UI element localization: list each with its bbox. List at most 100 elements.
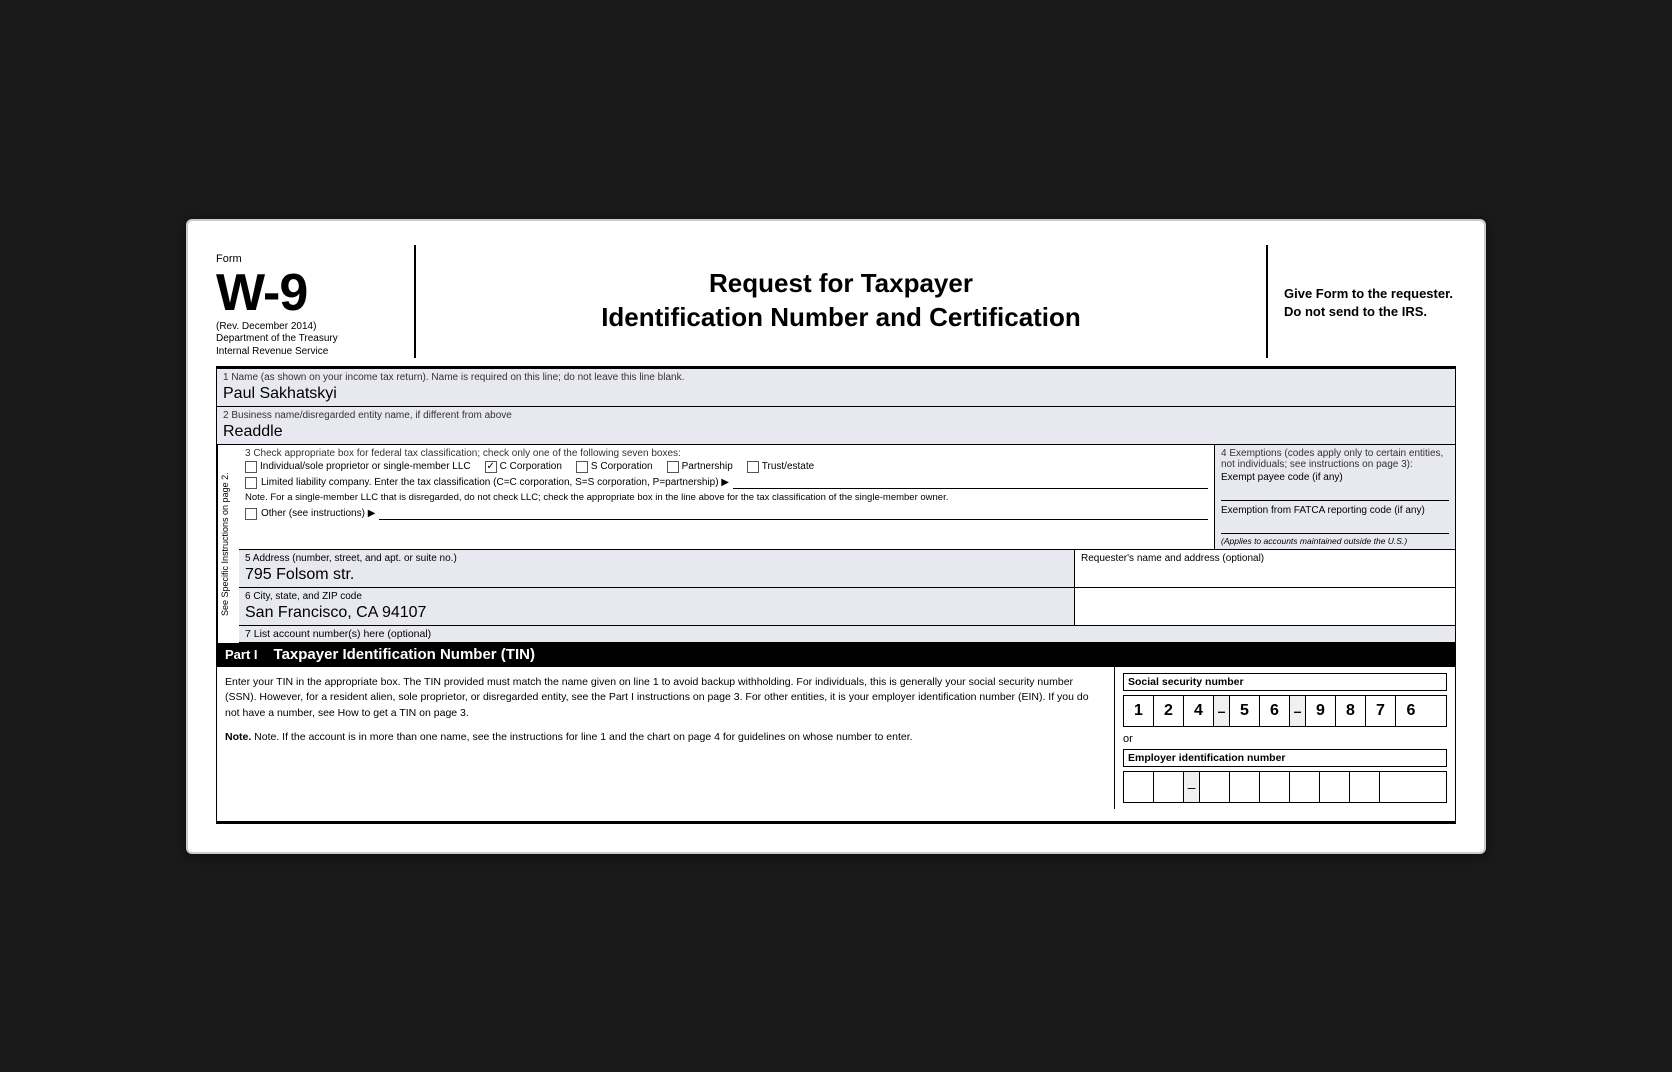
ssn-d2[interactable]: 2 bbox=[1154, 696, 1184, 726]
form-content-area: 3 Check appropriate box for federal tax … bbox=[239, 445, 1455, 643]
part1-right: Social security number 1 2 4 – 5 6 – 9 8… bbox=[1115, 667, 1455, 809]
field6-value: San Francisco, CA 94107 bbox=[245, 602, 1068, 622]
classification-row: 3 Check appropriate box for federal tax … bbox=[239, 445, 1455, 550]
part1-note: Note. Note. If the account is in more th… bbox=[225, 730, 1106, 746]
ein-d5[interactable] bbox=[1260, 772, 1290, 802]
address5-row: 5 Address (number, street, and apt. or s… bbox=[239, 550, 1455, 588]
ein-boxes: – bbox=[1123, 771, 1447, 803]
checkbox-other-box[interactable] bbox=[245, 508, 257, 520]
ssn-boxes: 1 2 4 – 5 6 – 9 8 7 6 bbox=[1123, 695, 1447, 727]
form-dept1: Department of the Treasury bbox=[216, 332, 398, 345]
ein-d6[interactable] bbox=[1290, 772, 1320, 802]
form-header-right: Give Form to the requester. Do not send … bbox=[1266, 245, 1456, 358]
form-body: 1 Name (as shown on your income tax retu… bbox=[216, 368, 1456, 824]
form-dept2: Internal Revenue Service bbox=[216, 345, 398, 358]
checkbox-trust-box[interactable] bbox=[747, 461, 759, 473]
checkbox-individual-label: Individual/sole proprietor or single-mem… bbox=[260, 461, 471, 472]
note-text: Note. For a single-member LLC that is di… bbox=[245, 492, 1208, 504]
field1-label: 1 Name (as shown on your income tax retu… bbox=[223, 372, 1449, 383]
other-row: Other (see instructions) ▶ bbox=[245, 508, 1208, 520]
ssn-label: Social security number bbox=[1123, 673, 1447, 691]
classification-right: 4 Exemptions (codes apply only to certai… bbox=[1215, 445, 1455, 549]
fatca-note: (Applies to accounts maintained outside … bbox=[1221, 536, 1449, 546]
ssn-d5[interactable]: 6 bbox=[1260, 696, 1290, 726]
checkbox-partnership[interactable]: Partnership bbox=[667, 461, 733, 473]
classification-left: 3 Check appropriate box for federal tax … bbox=[239, 445, 1215, 549]
form-title-left: Form W-9 (Rev. December 2014) Department… bbox=[216, 245, 416, 358]
checkbox-individual[interactable]: Individual/sole proprietor or single-mem… bbox=[245, 461, 471, 473]
field7-row: 7 List account number(s) here (optional) bbox=[239, 626, 1455, 643]
field2-row: 2 Business name/disregarded entity name,… bbox=[217, 407, 1455, 445]
ssn-dash2: – bbox=[1290, 696, 1306, 726]
ein-d3[interactable] bbox=[1200, 772, 1230, 802]
requester-cell: Requester's name and address (optional) bbox=[1075, 550, 1455, 587]
ssn-d3[interactable]: 4 bbox=[1184, 696, 1214, 726]
or-text: or bbox=[1123, 733, 1447, 745]
checkbox-row: Individual/sole proprietor or single-mem… bbox=[245, 461, 1208, 473]
other-label: Other (see instructions) ▶ bbox=[261, 508, 375, 519]
ein-d8[interactable] bbox=[1350, 772, 1380, 802]
ein-d9[interactable] bbox=[1380, 772, 1410, 802]
checkbox-llc-box[interactable] bbox=[245, 477, 257, 489]
ssn-d7[interactable]: 8 bbox=[1336, 696, 1366, 726]
ssn-d8[interactable]: 7 bbox=[1366, 696, 1396, 726]
form-header: Form W-9 (Rev. December 2014) Department… bbox=[216, 245, 1456, 368]
field7-label: 7 List account number(s) here (optional) bbox=[245, 628, 431, 640]
address5-cell: 5 Address (number, street, and apt. or s… bbox=[239, 550, 1075, 587]
checkbox-scorp-box[interactable] bbox=[576, 461, 588, 473]
ein-d4[interactable] bbox=[1230, 772, 1260, 802]
form-header-center: Request for Taxpayer Identification Numb… bbox=[416, 245, 1266, 358]
checkbox-partnership-label: Partnership bbox=[682, 461, 733, 472]
form-main-area: See Specific Instructions on page 2. 3 C… bbox=[217, 445, 1455, 643]
part1-title: Taxpayer Identification Number (TIN) bbox=[274, 646, 535, 663]
field5-value: 795 Folsom str. bbox=[245, 564, 1068, 584]
ein-d2[interactable] bbox=[1154, 772, 1184, 802]
llc-line bbox=[733, 477, 1208, 489]
field5-label: 5 Address (number, street, and apt. or s… bbox=[245, 553, 1068, 564]
give-form-text: Give Form to the requester. Do not send … bbox=[1284, 285, 1456, 321]
checkbox-scorp-label: S Corporation bbox=[591, 461, 653, 472]
fatca-line bbox=[1221, 518, 1449, 534]
field1-row: 1 Name (as shown on your income tax retu… bbox=[217, 369, 1455, 407]
checkbox-individual-box[interactable] bbox=[245, 461, 257, 473]
ein-d7[interactable] bbox=[1320, 772, 1350, 802]
field6-label: 6 City, state, and ZIP code bbox=[245, 591, 1068, 602]
sidebar-label: See Specific Instructions on page 2. bbox=[217, 445, 239, 643]
llc-row: Limited liability company. Enter the tax… bbox=[245, 477, 1208, 489]
field2-value: Readdle bbox=[223, 421, 1449, 441]
ssn-dash1: – bbox=[1214, 696, 1230, 726]
ssn-d1[interactable]: 1 bbox=[1124, 696, 1154, 726]
fatca-label: Exemption from FATCA reporting code (if … bbox=[1221, 505, 1449, 516]
checkbox-trust-label: Trust/estate bbox=[762, 461, 814, 472]
exempt-payee-line bbox=[1221, 485, 1449, 501]
address6-cell: 6 City, state, and ZIP code San Francisc… bbox=[239, 588, 1075, 625]
ssn-d6[interactable]: 9 bbox=[1306, 696, 1336, 726]
address6-row: 6 City, state, and ZIP code San Francisc… bbox=[239, 588, 1455, 626]
ssn-d4[interactable]: 5 bbox=[1230, 696, 1260, 726]
checkbox-trust[interactable]: Trust/estate bbox=[747, 461, 814, 473]
requester-cont-cell bbox=[1075, 588, 1455, 625]
part1-text: Enter your TIN in the appropriate box. T… bbox=[225, 675, 1106, 722]
part1-label: Part I bbox=[225, 647, 258, 662]
ein-d1[interactable] bbox=[1124, 772, 1154, 802]
field1-cell: 1 Name (as shown on your income tax retu… bbox=[217, 369, 1455, 406]
form-number: W-9 bbox=[216, 267, 398, 319]
field1-value: Paul Sakhatskyi bbox=[223, 383, 1449, 403]
bottom-line bbox=[217, 821, 1455, 823]
form-rev: (Rev. December 2014) bbox=[216, 321, 398, 332]
field4-label: 4 Exemptions (codes apply only to certai… bbox=[1221, 448, 1449, 470]
checkbox-ccorp[interactable]: ✓ C Corporation bbox=[485, 461, 562, 473]
ssn-d9[interactable]: 6 bbox=[1396, 696, 1426, 726]
form-main-title: Request for Taxpayer Identification Numb… bbox=[601, 267, 1081, 335]
checkbox-partnership-box[interactable] bbox=[667, 461, 679, 473]
requester-label: Requester's name and address (optional) bbox=[1081, 553, 1449, 564]
other-line bbox=[379, 508, 1208, 520]
part1-left: Enter your TIN in the appropriate box. T… bbox=[217, 667, 1115, 809]
exempt-payee-label: Exempt payee code (if any) bbox=[1221, 472, 1449, 483]
w9-form: Form W-9 (Rev. December 2014) Department… bbox=[186, 219, 1486, 854]
checkbox-scorp[interactable]: S Corporation bbox=[576, 461, 653, 473]
checkbox-ccorp-box[interactable]: ✓ bbox=[485, 461, 497, 473]
field2-label: 2 Business name/disregarded entity name,… bbox=[223, 410, 1449, 421]
field3-label: 3 Check appropriate box for federal tax … bbox=[245, 448, 1208, 459]
llc-label: Limited liability company. Enter the tax… bbox=[261, 477, 729, 488]
